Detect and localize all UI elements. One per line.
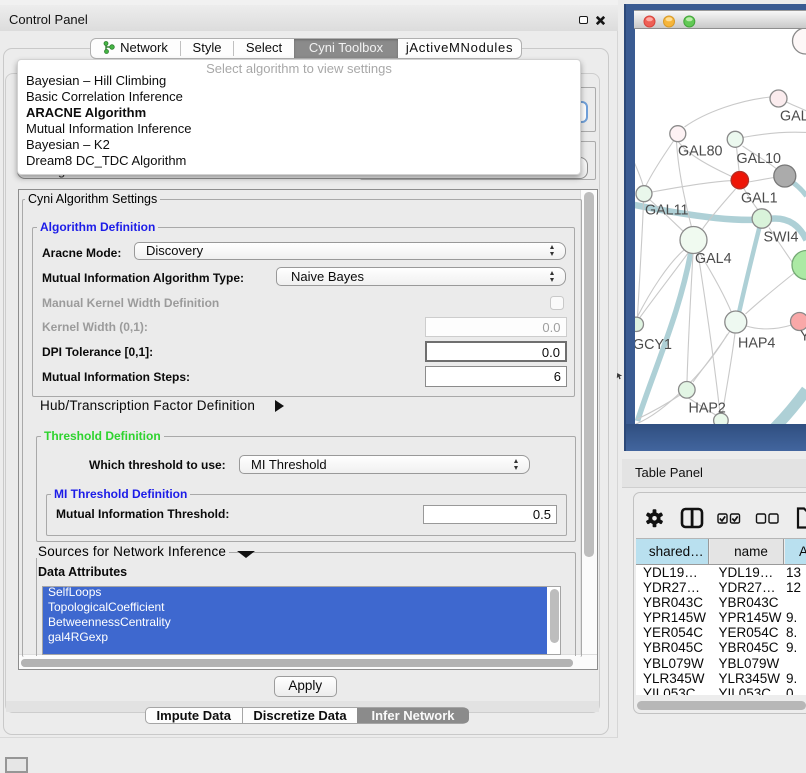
svg-text:HAP4: HAP4	[738, 336, 775, 352]
svg-text:GAL80: GAL80	[678, 144, 723, 160]
svg-text:HAP2: HAP2	[688, 401, 725, 417]
svg-text:Y: Y	[800, 329, 806, 345]
svg-text:SWI4: SWI4	[763, 230, 798, 246]
svg-text:GAL4: GAL4	[695, 251, 732, 267]
svg-text:GAL1: GAL1	[741, 191, 778, 207]
svg-text:GAL7: GAL7	[780, 109, 806, 125]
svg-text:GCY1: GCY1	[635, 337, 672, 353]
svg-text:GAL10: GAL10	[736, 151, 781, 167]
svg-text:GAL11: GAL11	[645, 203, 688, 219]
